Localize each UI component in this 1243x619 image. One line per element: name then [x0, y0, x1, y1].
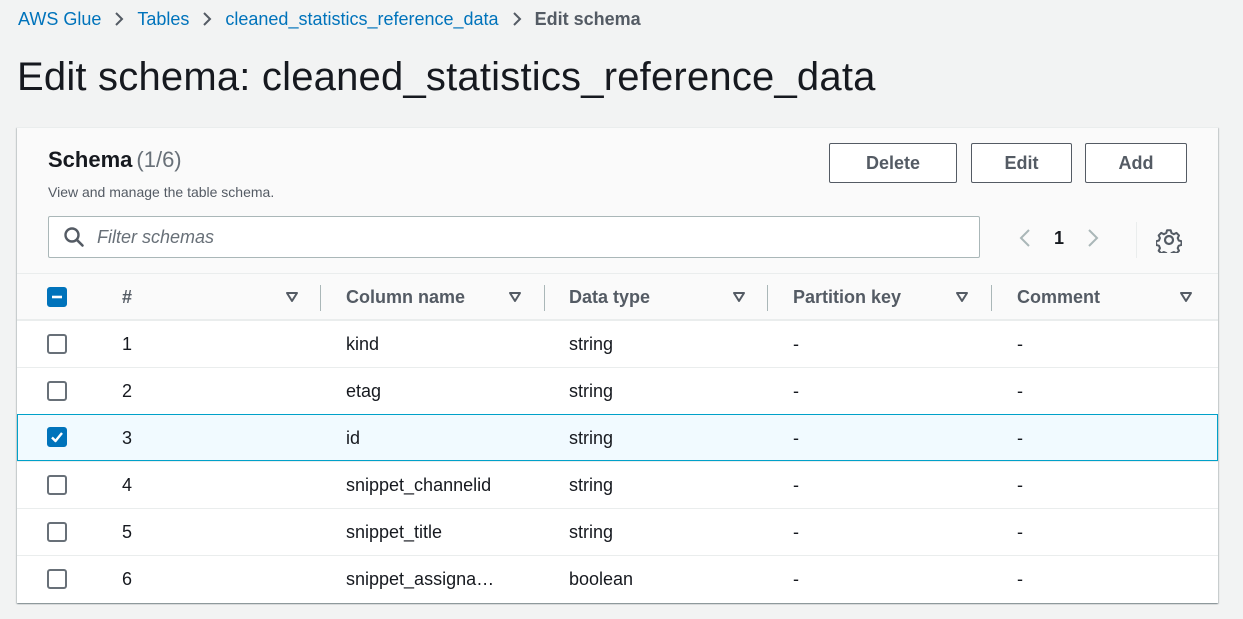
caret-down-icon[interactable] [508, 290, 522, 304]
add-button[interactable]: Add [1085, 143, 1187, 183]
breadcrumb-link-table[interactable]: cleaned_statistics_reference_data [225, 9, 498, 30]
panel-title: Schema (1/6) [48, 147, 182, 173]
filter-box [48, 216, 980, 258]
cell-number: 4 [122, 474, 133, 495]
cell-column-name: etag [346, 380, 382, 401]
column-header-comment[interactable]: Comment [1017, 274, 1100, 320]
breadcrumb-current: Edit schema [534, 8, 641, 29]
filter-schemas-input[interactable] [97, 219, 957, 255]
cell-partition-key: - [793, 568, 799, 589]
chevron-right-icon [1088, 229, 1099, 247]
cell-column-name: kind [346, 333, 380, 354]
table-row-selected[interactable]: 3 id string - - [17, 414, 1218, 461]
cell-number: 2 [122, 380, 133, 401]
row-checkbox[interactable] [47, 334, 67, 354]
column-divider[interactable] [320, 285, 321, 311]
column-header-data-type[interactable]: Data type [569, 274, 650, 320]
table-row[interactable]: 1 kind string - - [17, 320, 1218, 367]
previous-page-button[interactable] [1012, 222, 1038, 254]
cell-number: 5 [122, 521, 133, 542]
chevron-right-icon [101, 11, 137, 27]
cell-column-name: id [346, 427, 361, 448]
edit-button[interactable]: Edit [971, 143, 1072, 183]
cell-number: 3 [122, 427, 133, 448]
search-icon [64, 227, 84, 247]
page-title: Edit schema: cleaned_statistics_referenc… [17, 55, 876, 99]
chevron-left-icon [1019, 229, 1030, 247]
panel-description: View and manage the table schema. [48, 184, 275, 200]
breadcrumb: AWS Glue Tables cleaned_statistics_refer… [18, 8, 641, 30]
gear-icon[interactable] [1156, 227, 1182, 253]
column-divider[interactable] [991, 285, 992, 311]
cell-comment: - [1017, 427, 1023, 448]
cell-partition-key: - [793, 474, 799, 495]
breadcrumb-link-tables[interactable]: Tables [137, 9, 189, 30]
cell-data-type: string [569, 333, 614, 354]
cell-column-name: snippet_title [346, 521, 443, 542]
column-header-column-name[interactable]: Column name [346, 274, 465, 320]
pagination: 1 [1012, 222, 1106, 254]
delete-button[interactable]: Delete [829, 143, 957, 183]
column-divider[interactable] [767, 285, 768, 311]
table-header: # Column name Data type Partition key Co… [17, 274, 1218, 320]
cell-data-type: boolean [569, 568, 634, 589]
cell-comment: - [1017, 521, 1023, 542]
table-row[interactable]: 5 snippet_title string - - [17, 508, 1218, 555]
cell-comment: - [1017, 474, 1023, 495]
schema-panel: Schema (1/6) View and manage the table sc… [17, 127, 1218, 603]
chevron-right-icon [189, 11, 225, 27]
next-page-button[interactable] [1080, 222, 1106, 254]
row-checkbox[interactable] [47, 522, 67, 542]
select-all-checkbox[interactable] [47, 287, 67, 307]
caret-down-icon[interactable] [732, 290, 746, 304]
caret-down-icon[interactable] [285, 290, 299, 304]
column-divider[interactable] [544, 285, 545, 311]
panel-title-text: Schema [48, 147, 133, 172]
row-checkbox-checked[interactable] [47, 427, 67, 447]
cell-data-type: string [569, 380, 614, 401]
caret-down-icon[interactable] [1179, 290, 1193, 304]
cell-partition-key: - [793, 521, 799, 542]
cell-partition-key: - [793, 427, 799, 448]
cell-comment: - [1017, 333, 1023, 354]
row-checkbox[interactable] [47, 569, 67, 589]
cell-data-type: string [569, 474, 614, 495]
caret-down-icon[interactable] [955, 290, 969, 304]
table-row[interactable]: 2 etag string - - [17, 367, 1218, 414]
cell-comment: - [1017, 568, 1023, 589]
breadcrumb-link-aws-glue[interactable]: AWS Glue [18, 9, 101, 30]
page-number-button[interactable]: 1 [1038, 228, 1080, 249]
cell-number: 1 [122, 333, 133, 354]
cell-data-type: string [569, 521, 614, 542]
table-row[interactable]: 4 snippet_channelid string - - [17, 461, 1218, 508]
column-header-partition-key[interactable]: Partition key [793, 274, 901, 320]
row-checkbox[interactable] [47, 381, 67, 401]
cell-column-name: snippet_assigna… [346, 568, 495, 589]
cell-comment: - [1017, 380, 1023, 401]
cell-data-type: string [569, 427, 614, 448]
cell-partition-key: - [793, 333, 799, 354]
selection-count: (1/6) [136, 147, 182, 172]
cell-partition-key: - [793, 380, 799, 401]
cell-number: 6 [122, 568, 133, 589]
cell-column-name: snippet_channelid [346, 474, 492, 495]
panel-header: Schema (1/6) View and manage the table sc… [17, 128, 1218, 274]
row-checkbox[interactable] [47, 475, 67, 495]
table-row[interactable]: 6 snippet_assigna… boolean - - [17, 555, 1218, 602]
column-header-number: # [122, 286, 133, 307]
pager-divider [1136, 222, 1137, 258]
chevron-right-icon [499, 11, 535, 27]
